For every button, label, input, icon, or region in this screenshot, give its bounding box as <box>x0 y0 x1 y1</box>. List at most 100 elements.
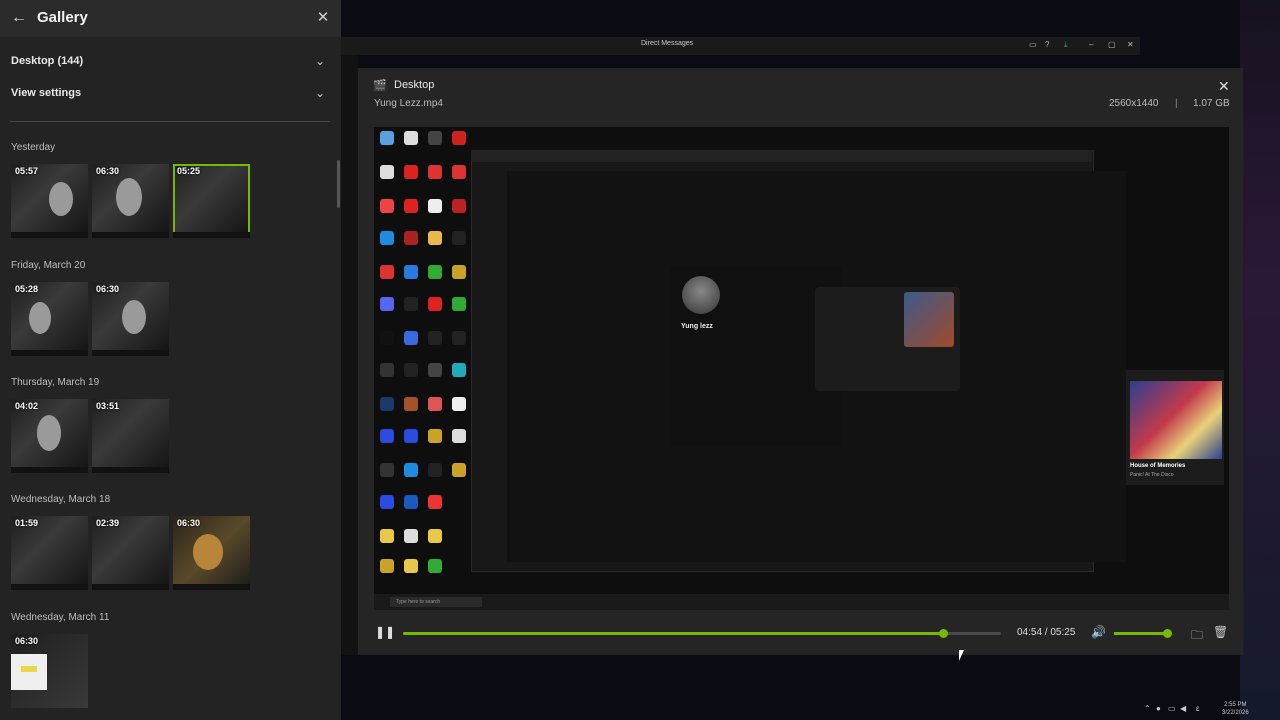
date-heading: Thursday, March 19 <box>11 377 100 388</box>
thumbnail-taskbar <box>11 350 88 356</box>
source-dropdown-label: Desktop (144) <box>11 55 84 67</box>
thumbnail-taskbar <box>92 467 169 473</box>
desktop-icon <box>452 363 466 377</box>
desktop-icon <box>380 429 394 443</box>
close-icon: ✕ <box>1127 40 1134 49</box>
file-name: Yung Lezz.mp4 <box>374 98 443 109</box>
desktop-icon <box>380 331 394 345</box>
clip-duration: 01:59 <box>15 518 39 528</box>
desktop-icon <box>452 331 466 345</box>
desktop-icon <box>428 297 442 311</box>
folder-icon[interactable]: 🗀 <box>1191 626 1203 647</box>
desktop-icon <box>404 397 418 411</box>
close-icon[interactable]: ✕ <box>1218 78 1230 95</box>
microphone-icon[interactable]: ● <box>1156 704 1161 713</box>
desktop-icon <box>428 463 442 477</box>
desktop-icon <box>380 199 394 213</box>
desktop-icon <box>404 331 418 345</box>
chevron-up-icon[interactable]: ⌃ <box>1144 704 1151 713</box>
clip-thumbnail[interactable]: 06:30 <box>92 282 169 356</box>
desktop-icon <box>452 199 466 213</box>
network-icon[interactable]: ▭ <box>1168 704 1176 713</box>
volume-slider[interactable] <box>1114 629 1172 638</box>
desktop-icon <box>452 397 466 411</box>
desktop-icon <box>404 559 418 573</box>
clip-thumbnail[interactable]: 02:39 <box>92 516 169 590</box>
progress-bar[interactable] <box>403 629 1001 638</box>
pause-button[interactable]: ❚❚ <box>375 625 395 639</box>
volume-icon[interactable]: 🔊 <box>1091 625 1106 639</box>
help-icon: ? <box>1045 40 1050 49</box>
view-settings-dropdown[interactable]: View settings ⌄ <box>0 82 331 108</box>
background-window-title: Direct Messages <box>641 40 694 47</box>
thumbnail-taskbar <box>11 584 88 590</box>
system-clock[interactable]: 2:55 PM 3/22/2026 <box>1222 701 1249 717</box>
desktop-icon <box>452 429 466 443</box>
desktop-icon <box>428 331 442 345</box>
desktop-icon <box>404 363 418 377</box>
desktop-icon <box>380 231 394 245</box>
profile-name: Yung lezz <box>681 323 713 330</box>
desktop-icon <box>428 529 442 543</box>
clip-thumbnail-selected[interactable]: 05:25 <box>173 164 250 238</box>
thumbnail-figure <box>122 300 146 334</box>
date-heading: Wednesday, March 11 <box>11 612 110 623</box>
clip-duration: 06:30 <box>177 518 201 528</box>
divider <box>10 121 330 122</box>
clip-duration: 05:57 <box>15 166 39 176</box>
chevron-down-icon: ⌄ <box>314 54 325 68</box>
clip-duration: 03:51 <box>96 401 120 411</box>
mouse-cursor <box>959 650 969 661</box>
desktop-icon <box>404 231 418 245</box>
clip-thumbnail[interactable]: 06:30 <box>173 516 250 590</box>
thumbnail-taskbar <box>11 232 88 238</box>
desktop-icon <box>380 165 394 179</box>
video-frame[interactable]: Yung lezz House of Memories Panic! At Th… <box>374 127 1229 610</box>
clip-thumbnail[interactable]: 05:57 <box>11 164 88 238</box>
clip-thumbnail[interactable]: 06:30 <box>11 634 88 708</box>
song-title: House of Memories <box>1130 463 1186 469</box>
date-heading: Friday, March 20 <box>11 260 86 271</box>
desktop-icon <box>428 265 442 279</box>
trash-icon[interactable]: 🗑 <box>1213 625 1228 639</box>
close-icon[interactable]: ✕ <box>314 9 332 27</box>
song-artist: Panic! At The Disco <box>1130 472 1174 478</box>
minimize-icon: – <box>1089 40 1094 49</box>
meta-separator: | <box>1175 98 1178 109</box>
speaker-icon[interactable]: ◀ <box>1180 704 1186 713</box>
back-arrow-icon[interactable]: ← <box>10 9 28 27</box>
clip-thumbnail[interactable]: 04:02 <box>11 399 88 473</box>
desktop-icon <box>452 131 466 145</box>
source-dropdown[interactable]: Desktop (144) ⌄ <box>0 50 331 76</box>
desktop-background <box>1240 0 1280 720</box>
thumbnail-figure <box>116 178 142 216</box>
desktop-icon <box>404 495 418 509</box>
language-icon[interactable]: ε <box>1196 704 1200 713</box>
progress-handle[interactable] <box>938 629 948 638</box>
clock-time: 2:55 PM <box>1224 702 1247 708</box>
clock-date: 3/22/2026 <box>1222 710 1249 716</box>
desktop-icon <box>428 199 442 213</box>
date-heading: Wednesday, March 18 <box>11 494 111 505</box>
volume-handle[interactable] <box>1163 629 1172 638</box>
viewer-title: Desktop <box>394 79 435 91</box>
desktop-icon <box>428 165 442 179</box>
clip-thumbnail[interactable]: 03:51 <box>92 399 169 473</box>
clip-thumbnail[interactable]: 05:28 <box>11 282 88 356</box>
clip-thumbnail[interactable]: 01:59 <box>11 516 88 590</box>
desktop-icon <box>452 265 466 279</box>
desktop-icon <box>404 199 418 213</box>
thumbnail-taskbar <box>11 467 88 473</box>
clip-duration: 06:30 <box>96 166 120 176</box>
clip-thumbnail[interactable]: 06:30 <box>92 164 169 238</box>
time-display: 04:54 / 05:25 <box>1017 627 1076 638</box>
desktop-icon <box>404 297 418 311</box>
desktop-icon <box>380 131 394 145</box>
clapperboard-icon: 🎬 <box>373 80 387 92</box>
scrollbar[interactable] <box>337 160 340 208</box>
thumbnail-taskbar <box>173 232 250 238</box>
profile-avatar <box>682 276 720 314</box>
widget-artwork <box>904 292 954 347</box>
thumbnail-figure <box>29 302 51 334</box>
download-icon: ⤓ <box>1064 40 1068 49</box>
